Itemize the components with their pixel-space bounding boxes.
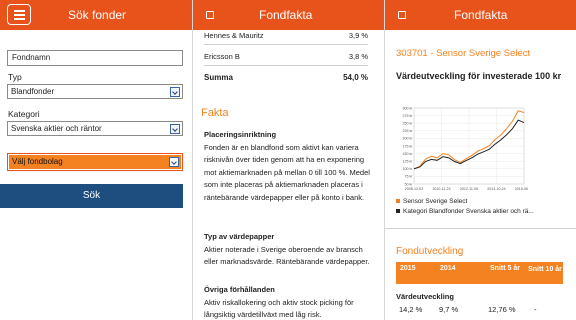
fund-detail-panel: Fondfakta 303701 - Sensor Sverige Select…	[385, 0, 576, 320]
legend-item: Kategori Blandfonder Svenska aktier och …	[396, 208, 534, 215]
fund-facts-panel: Fondfakta Hennes & Mauritz 3,9 % Ericsso…	[193, 0, 384, 320]
fund-title: 303701 - Sensor Sverige Select	[396, 48, 531, 59]
y-tick-label: 125 kr	[403, 160, 414, 164]
legend-swatch	[396, 209, 400, 213]
chevron-down-icon[interactable]	[169, 157, 179, 167]
page-title: Fondfakta	[454, 8, 508, 22]
table-cell: 12,76 %	[488, 305, 516, 314]
placering-section: Placeringsinriktning Fonden är en blandf…	[204, 129, 370, 204]
ovriga-heading: Övriga förhållanden	[204, 285, 275, 294]
y-tick-label: 225 kr	[403, 129, 414, 133]
divider	[204, 65, 368, 66]
kategori-label: Kategori	[8, 109, 40, 119]
row-label: Värdeutveckling	[396, 292, 454, 301]
holding-value: 3,9 %	[348, 31, 368, 40]
y-tick-label: 275 kr	[403, 114, 414, 118]
ovriga-text: Aktiv riskallokering och aktiv stock pic…	[204, 297, 354, 320]
table-header-cell: 2014	[440, 265, 456, 272]
typ-select-value: Blandfonder	[11, 87, 55, 96]
page-title: Fondfakta	[259, 8, 313, 22]
holding-row: Hennes & Mauritz 3,9 %	[204, 31, 368, 40]
legend-item: Sensor Sverige Select	[396, 198, 467, 205]
page-title: Sök fonder	[68, 8, 127, 22]
search-button[interactable]: Sök	[0, 184, 183, 208]
typ-heading: Typ av värdepapper	[204, 232, 275, 241]
placering-text: Fonden är en blandfond som aktivt kan va…	[204, 142, 370, 202]
summa-value: 54,0 %	[343, 73, 368, 82]
holding-name: Hennes & Mauritz	[204, 31, 264, 40]
chart-title: Värdeutveckling för investerade 100 kr	[396, 71, 562, 81]
x-tick-label: 2015-06-10	[515, 187, 528, 191]
divider	[385, 228, 576, 229]
x-tick-label: 2010-11-23	[432, 187, 450, 191]
square-icon[interactable]	[206, 11, 214, 19]
x-tick-label: 2008-12-03	[405, 187, 423, 191]
holding-row: Ericsson B 3,8 %	[204, 52, 368, 61]
top-bar: Fondfakta	[193, 0, 384, 30]
legend-swatch	[396, 199, 400, 203]
fondbolag-select[interactable]: Välj fondbolag	[7, 153, 183, 171]
placering-heading: Placeringsinriktning	[204, 130, 277, 139]
x-tick-label: 2012-11-05	[460, 187, 478, 191]
table-cell: 14,2 %	[399, 305, 423, 314]
ovriga-section: Övriga förhållanden Aktiv riskallokering…	[204, 284, 370, 320]
fondbolag-select-value: Välj fondbolag	[12, 157, 63, 166]
y-tick-label: 50 kr	[405, 182, 414, 186]
table-cell: -	[534, 305, 537, 314]
legend-label: Kategori Blandfonder Svenska aktier och …	[403, 208, 534, 215]
fund-name-input[interactable]: Fondnamn	[7, 50, 183, 66]
chevron-down-icon[interactable]	[170, 124, 180, 134]
divider	[204, 44, 368, 45]
typ-section: Typ av värdepapper Aktier noterade i Sve…	[204, 231, 370, 269]
legend-label: Sensor Sverige Select	[403, 198, 468, 205]
x-tick-label: 2013-10-24	[487, 187, 505, 191]
top-bar: Sök fonder	[0, 0, 192, 30]
fondutveckling-heading: Fondutveckling	[396, 246, 464, 257]
table-cell: 9,7 %	[439, 305, 459, 314]
table-header-cell: 2015	[400, 265, 416, 272]
chevron-down-icon[interactable]	[170, 87, 180, 97]
y-tick-label: 100 kr	[403, 167, 414, 171]
table-header-cell: Snitt 5 år	[490, 265, 520, 272]
y-tick-label: 250 kr	[403, 122, 414, 126]
summa-label: Summa	[204, 73, 233, 82]
y-tick-label: 200 kr	[403, 137, 414, 141]
holding-value: 3,8 %	[348, 52, 368, 61]
square-icon[interactable]	[398, 11, 406, 19]
top-bar: Fondfakta	[385, 0, 576, 30]
typ-text: Aktier noterade i Sverige oberoende av b…	[204, 244, 370, 267]
table-header: 2015 2014 Snitt 5 år Snitt 10 år	[396, 262, 563, 284]
holding-name: Ericsson B	[204, 52, 240, 61]
summa-row: Summa 54,0 %	[204, 73, 368, 82]
table-header-cell: Snitt 10 år	[528, 266, 562, 273]
kategori-select[interactable]: Svenska aktier och räntor	[7, 121, 183, 136]
y-tick-label: 75 kr	[405, 175, 414, 179]
search-funds-panel: Sök fonder Fondnamn Typ Blandfonder Kate…	[0, 0, 192, 320]
hamburger-icon-line	[14, 18, 25, 20]
hamburger-icon-line	[14, 14, 25, 16]
menu-button[interactable]	[7, 4, 31, 25]
fakta-heading: Fakta	[201, 107, 229, 119]
value-chart: 50 kr 75 kr 100 kr 125 kr 150 kr 175 kr 200 kr…	[403, 106, 529, 191]
typ-select[interactable]: Blandfonder	[7, 84, 183, 99]
y-tick-label: 300 kr	[403, 106, 414, 110]
hamburger-icon	[14, 10, 25, 12]
y-tick-label: 175 kr	[403, 144, 414, 148]
typ-label: Typ	[8, 72, 22, 82]
y-tick-label: 150 kr	[403, 152, 414, 156]
kategori-select-value: Svenska aktier och räntor	[11, 124, 102, 133]
